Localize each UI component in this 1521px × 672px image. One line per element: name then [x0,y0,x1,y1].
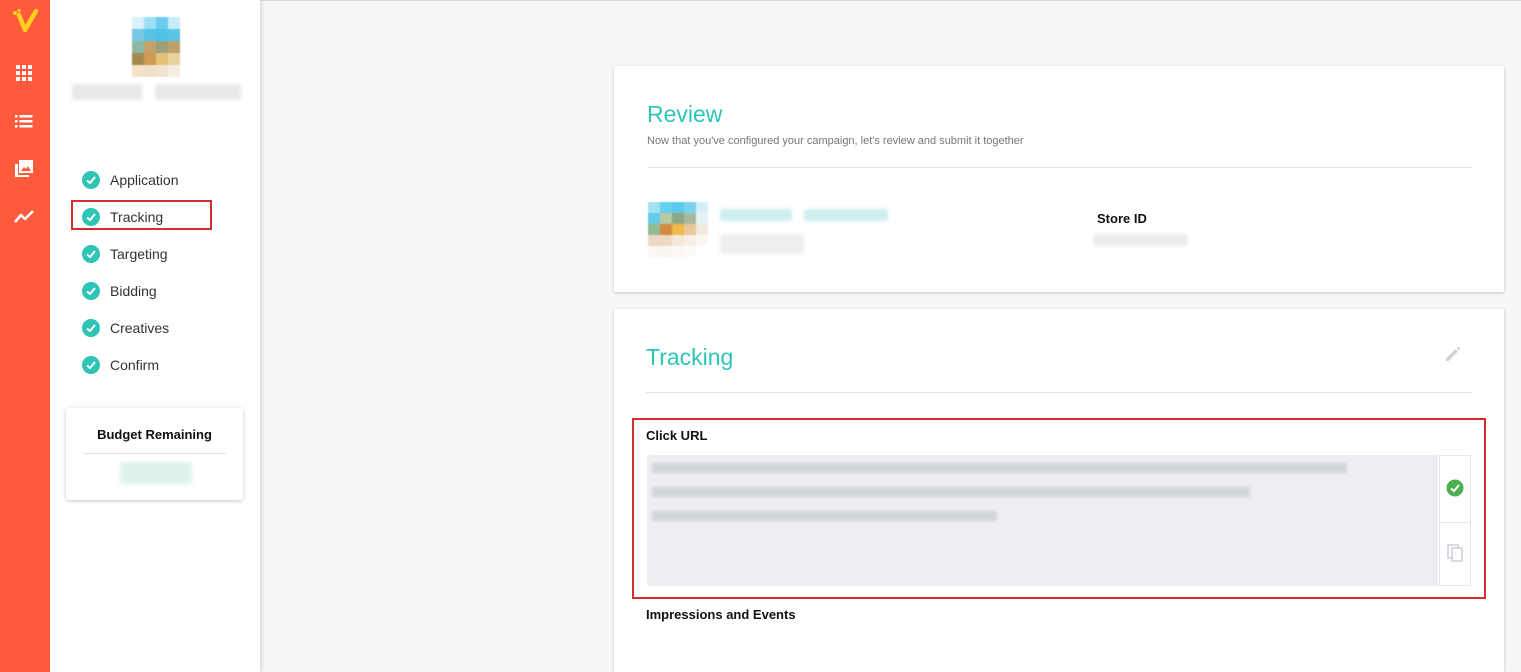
account-email-redacted [155,84,241,100]
app-platform-redacted [720,234,804,254]
edit-pencil-icon[interactable] [1442,343,1464,365]
step-targeting[interactable]: Targeting [82,242,222,266]
check-circle-icon [82,356,100,374]
highlight-tracking-step [71,200,212,230]
review-card: Review Now that you've configured your c… [614,66,1504,292]
check-circle-icon [82,282,100,300]
step-application[interactable]: Application [82,168,222,192]
analytics-icon[interactable] [13,206,35,228]
check-circle-icon [82,245,100,263]
divider [83,453,226,454]
app-avatar [132,17,180,77]
step-confirm[interactable]: Confirm [82,353,222,377]
divider [647,167,1472,168]
check-circle-icon [82,171,100,189]
account-name-redacted [72,84,142,100]
budget-card: Budget Remaining [66,408,243,500]
app-name-redacted [720,209,792,221]
step-bidding[interactable]: Bidding [82,279,222,303]
nav-rail [0,0,50,672]
app-name-redacted [804,209,888,221]
logo-icon[interactable] [10,8,40,38]
step-creatives[interactable]: Creatives [82,316,222,340]
sidebar: Application Tracking Targeting Bidding C… [50,0,260,672]
tracking-title: Tracking [646,344,734,370]
app-icon [648,202,708,257]
budget-title: Budget Remaining [97,427,212,442]
step-label: Application [110,172,179,188]
list-icon[interactable] [13,110,35,132]
check-circle-icon [82,319,100,337]
impressions-events-label: Impressions and Events [646,607,796,622]
gallery-icon[interactable] [13,158,35,180]
step-label: Bidding [110,283,157,299]
divider [646,392,1472,393]
store-id-redacted [1094,234,1188,246]
step-label: Confirm [110,357,160,373]
apps-grid-icon[interactable] [13,62,35,84]
store-id-label: Store ID [1097,211,1147,226]
highlight-click-url [632,418,1486,599]
budget-value-redacted [120,462,192,484]
step-label: Creatives [110,320,170,336]
review-title: Review [647,101,723,127]
review-subtitle: Now that you've configured your campaign… [647,135,1024,147]
step-label: Targeting [110,246,168,262]
